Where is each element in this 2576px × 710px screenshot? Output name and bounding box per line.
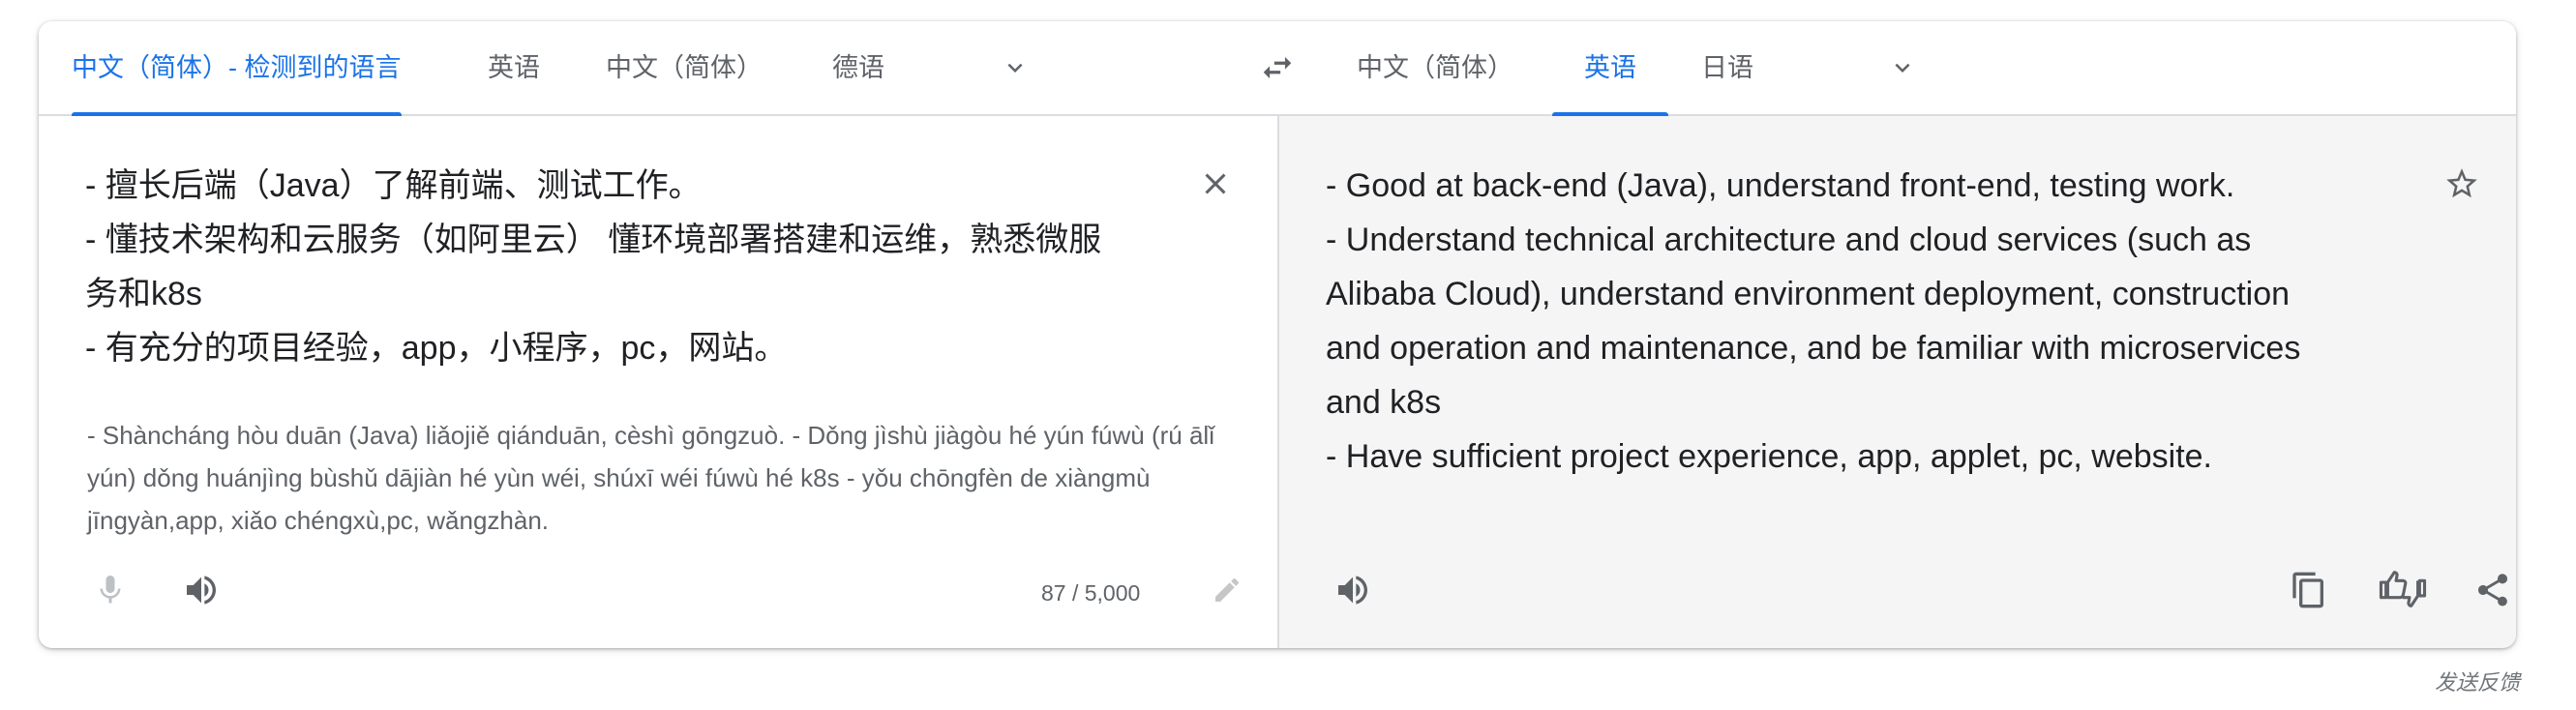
- character-count: 87 / 5,000: [1041, 580, 1141, 606]
- rate-translation-button[interactable]: [2369, 557, 2437, 621]
- tab-target-chinese-simplified[interactable]: 中文（简体）: [1357, 21, 1513, 114]
- source-line: - 擅长后端（Java）了解前端、测试工作。: [85, 167, 702, 204]
- edit-button[interactable]: [1206, 569, 1248, 611]
- tab-target-japanese[interactable]: 日语: [1701, 21, 1753, 114]
- share-icon: [2478, 574, 2508, 606]
- tab-target-english[interactable]: 英语: [1552, 21, 1668, 116]
- swap-icon: [1263, 56, 1292, 79]
- microphone-icon: [100, 576, 121, 604]
- tab-source-detected[interactable]: 中文（简体）- 检测到的语言: [72, 21, 402, 116]
- translation-line: - Have sufficient project experience, ap…: [1326, 438, 2212, 475]
- source-transliteration: - Shàncháng hòu duān (Java) liǎojiě qián…: [87, 421, 1214, 535]
- speaker-icon: [1338, 576, 1367, 605]
- tab-source-german[interactable]: 德语: [832, 21, 884, 114]
- source-text-input[interactable]: - 擅长后端（Java）了解前端、测试工作。 - 懂技术架构和云服务（如阿里云）…: [85, 159, 1227, 375]
- language-bar: 中文（简体）- 检测到的语言 英语 中文（简体） 德语 中文（简体） 英语 日语: [39, 21, 2516, 116]
- listen-source-button[interactable]: [172, 561, 230, 619]
- source-line: - 懂技术架构和云服务（如阿里云） 懂环境部署搭建和运维，熟悉微服: [85, 222, 1102, 258]
- send-feedback-link[interactable]: 发送反馈: [2435, 666, 2520, 696]
- speaker-icon: [187, 576, 216, 605]
- source-line: - 有充分的项目经验，app，小程序，pc，网站。: [85, 330, 788, 367]
- listen-translation-button[interactable]: [1324, 561, 1382, 619]
- translation-output: - Good at back-end (Java), understand fr…: [1326, 159, 2419, 484]
- source-pane: - 擅长后端（Java）了解前端、测试工作。 - 懂技术架构和云服务（如阿里云）…: [39, 116, 1279, 648]
- tab-source-english[interactable]: 英语: [488, 21, 540, 114]
- source-line: 务和k8s: [85, 276, 202, 312]
- translation-line: Alibaba Cloud), understand environment d…: [1326, 276, 2291, 312]
- save-translation-button[interactable]: [2437, 159, 2487, 209]
- translate-card: 中文（简体）- 检测到的语言 英语 中文（简体） 德语 中文（简体） 英语 日语…: [39, 21, 2516, 648]
- translation-line: - Good at back-end (Java), understand fr…: [1326, 167, 2235, 204]
- target-language-more-button[interactable]: [1879, 44, 1926, 91]
- tab-source-chinese-simplified[interactable]: 中文（简体）: [606, 21, 763, 114]
- translation-line: and k8s: [1326, 384, 1442, 421]
- star-icon: [2446, 168, 2477, 198]
- target-pane: - Good at back-end (Java), understand fr…: [1279, 116, 2516, 648]
- swap-languages-button[interactable]: [1254, 44, 1301, 91]
- edit-icon: [1215, 577, 1240, 602]
- copy-translation-button[interactable]: [2280, 561, 2338, 619]
- translation-line: and operation and maintenance, and be fa…: [1326, 330, 2301, 367]
- source-language-more-button[interactable]: [992, 44, 1038, 91]
- share-translation-button[interactable]: [2464, 561, 2516, 619]
- clear-source-button[interactable]: [1190, 159, 1241, 209]
- copy-icon: [2292, 572, 2323, 608]
- translation-line: - Understand technical architecture and …: [1326, 222, 2252, 258]
- chevron-down-icon: [1007, 63, 1023, 73]
- rate-icon: [2379, 571, 2427, 607]
- voice-input-button[interactable]: [83, 563, 137, 617]
- close-icon: [1205, 173, 1226, 194]
- chevron-down-icon: [1895, 63, 1910, 73]
